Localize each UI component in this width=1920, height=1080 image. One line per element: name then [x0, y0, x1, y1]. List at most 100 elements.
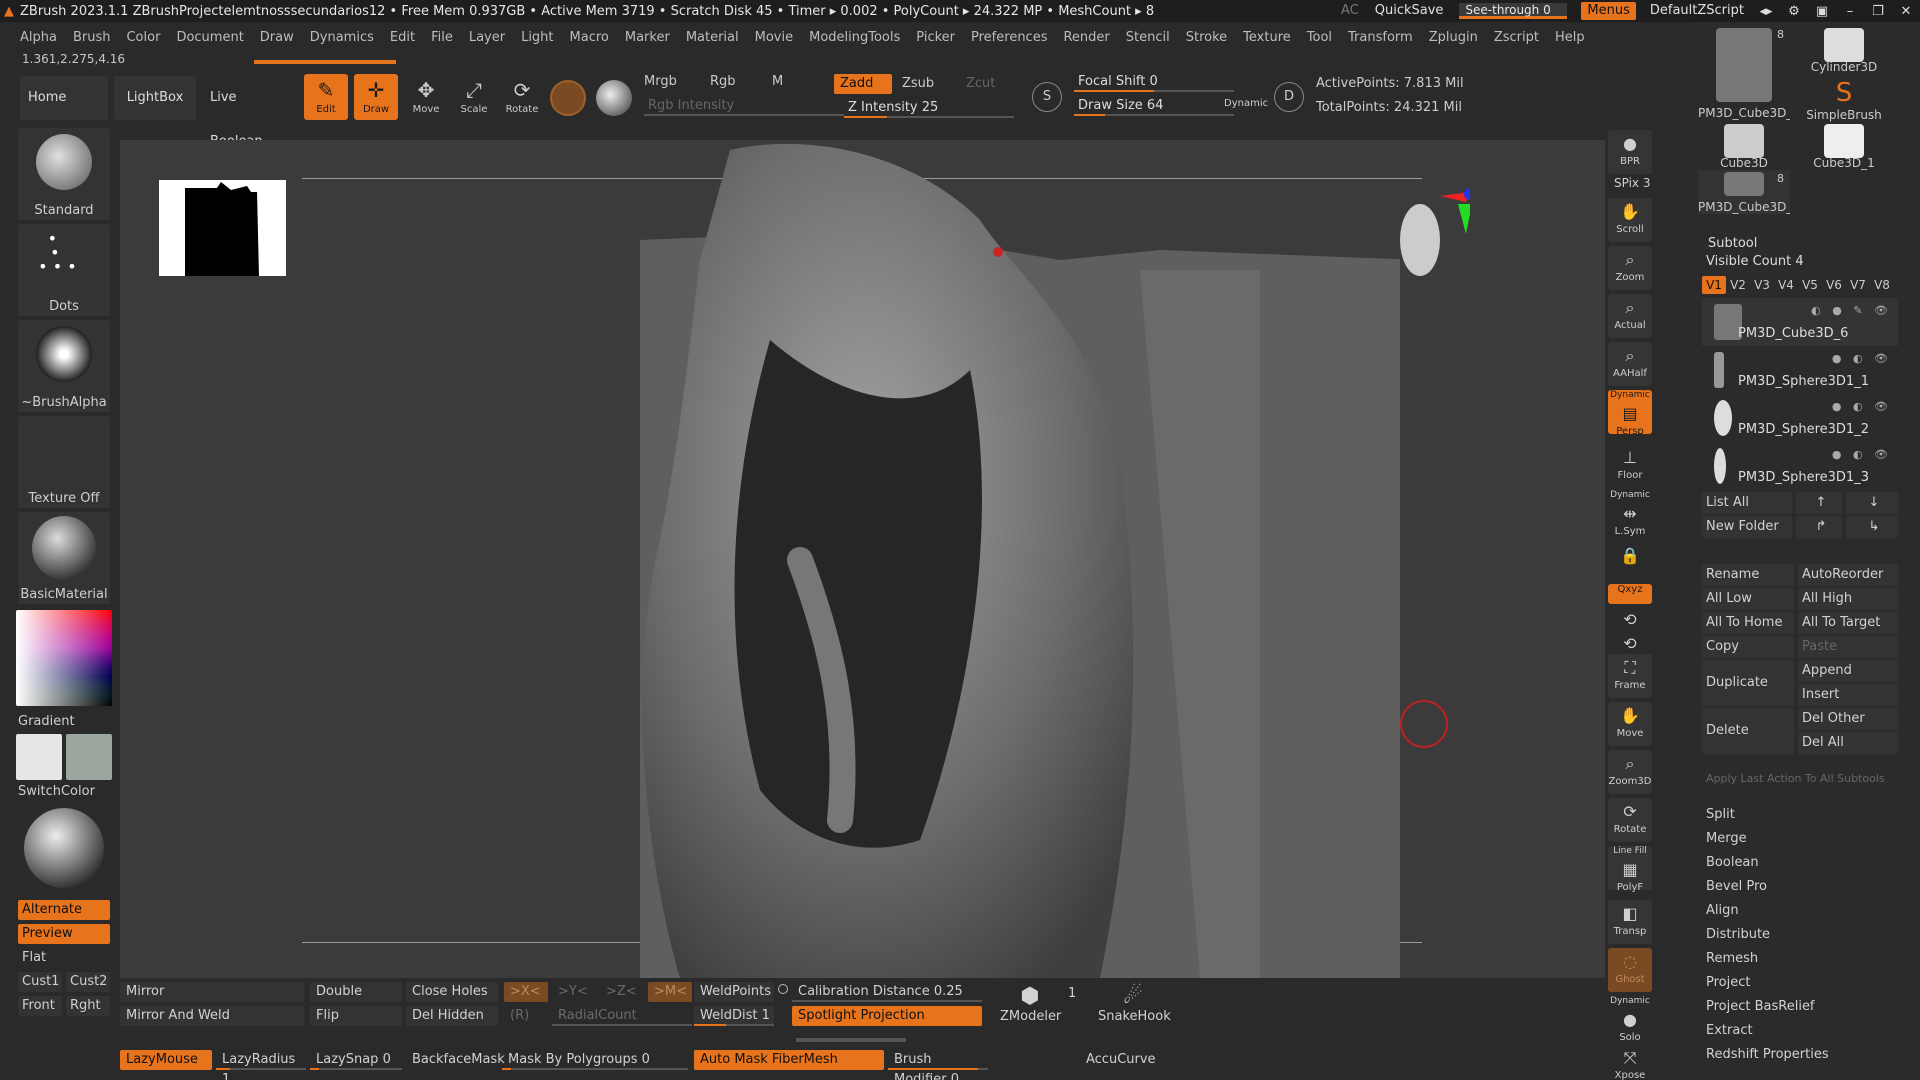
tool-thumb-pm3d-cube3d-6[interactable]: 8 PM3D_Cube3D_6 — [1698, 26, 1790, 120]
menu-brush[interactable]: Brush — [65, 30, 119, 45]
list-all-button[interactable]: List All — [1702, 492, 1792, 514]
tool-thumb-pm3d-cube3d-6-b[interactable]: 8 PM3D_Cube3D_6 — [1698, 170, 1790, 214]
rotation-axis-button[interactable]: ⟲ ⟲ — [1608, 606, 1652, 653]
extract-menu[interactable]: Extract — [1702, 1020, 1898, 1042]
menu-color[interactable]: Color — [118, 30, 168, 45]
flip-button[interactable]: Flip — [310, 1006, 402, 1026]
subtool-row[interactable]: ● ◐ 👁 PM3D_Sphere3D1_1 — [1702, 346, 1898, 394]
all-low-button[interactable]: All Low — [1702, 588, 1794, 610]
standard-brush-button[interactable]: Standard — [18, 128, 110, 220]
zoom3d-button[interactable]: ⌕ Zoom3D — [1608, 750, 1652, 794]
menu-macro[interactable]: Macro — [562, 30, 617, 45]
material-button[interactable]: BasicMaterial — [18, 512, 110, 604]
menu-edit[interactable]: Edit — [382, 30, 423, 45]
folder-in-icon[interactable]: ↳ — [1846, 516, 1898, 538]
material-sphere-icon[interactable] — [550, 80, 586, 116]
mask-by-polygroups-slider[interactable]: Mask By Polygroups 0 — [502, 1050, 688, 1070]
menu-transform[interactable]: Transform — [1340, 30, 1421, 45]
vset-tab-v4[interactable]: V4 — [1774, 276, 1798, 294]
menu-document[interactable]: Document — [168, 30, 251, 45]
menu-stencil[interactable]: Stencil — [1118, 30, 1178, 45]
switch-color-button[interactable]: SwitchColor — [18, 784, 95, 799]
weld-dist-slider[interactable]: WeldDist 1 — [694, 1006, 774, 1026]
apply-last-action-button[interactable]: Apply Last Action To All Subtools — [1702, 768, 1898, 790]
copy-button[interactable]: Copy — [1702, 636, 1794, 658]
vset-tab-v7[interactable]: V7 — [1846, 276, 1870, 294]
primary-color-swatch[interactable] — [16, 734, 62, 780]
polyf-button[interactable]: Line Fill ▦ PolyF — [1608, 846, 1652, 893]
bpr-button[interactable]: ● BPR — [1608, 130, 1652, 174]
vset-tab-v6[interactable]: V6 — [1822, 276, 1846, 294]
menus-toggle[interactable]: Menus — [1581, 2, 1636, 20]
menu-texture[interactable]: Texture — [1235, 30, 1299, 45]
spotlight-projection-button[interactable]: Spotlight Projection — [792, 1006, 982, 1026]
bevel-pro-menu[interactable]: Bevel Pro — [1702, 876, 1898, 898]
sym-x-button[interactable]: >X< — [504, 982, 548, 1002]
dots-stroke-button[interactable]: • • • • • Dots — [18, 224, 110, 316]
subtool-eye-icon[interactable]: ● ◐ 👁 — [1832, 352, 1892, 365]
menu-alpha[interactable]: Alpha — [12, 30, 65, 45]
lock-button[interactable]: 🔒 — [1608, 542, 1652, 586]
subtool-eye-icon[interactable]: ● ◐ 👁 — [1832, 400, 1892, 413]
vset-tab-v8[interactable]: V8 — [1870, 276, 1894, 294]
spotlight-slider-track[interactable] — [796, 1038, 906, 1042]
snakehook-button[interactable]: ☄ SnakeHook — [1098, 984, 1171, 1024]
insert-button[interactable]: Insert — [1798, 684, 1898, 706]
lazysnap-slider[interactable]: LazySnap 0 — [310, 1050, 402, 1070]
autoreorder-button[interactable]: AutoReorder — [1798, 564, 1898, 586]
draw-size-slider[interactable]: Draw Size 64 — [1074, 96, 1234, 116]
light-sphere-icon[interactable] — [24, 808, 104, 888]
menu-layer[interactable]: Layer — [461, 30, 513, 45]
settings-icon[interactable]: ⚙ — [1780, 4, 1808, 19]
duplicate-button[interactable]: Duplicate — [1702, 660, 1794, 706]
vset-tab-v3[interactable]: V3 — [1750, 276, 1774, 294]
all-to-target-button[interactable]: All To Target — [1798, 612, 1898, 634]
subtool-row[interactable]: ● ◐ 👁 PM3D_Sphere3D1_2 — [1702, 394, 1898, 442]
minimize-icon[interactable]: – — [1836, 4, 1864, 19]
zsub-button[interactable]: Zsub — [902, 76, 934, 91]
dynamic-button[interactable]: Dynamic — [1224, 98, 1268, 109]
tool-thumb-cube3d[interactable]: Cube3D — [1698, 122, 1790, 170]
canvas-viewport[interactable] — [120, 140, 1605, 978]
merge-menu[interactable]: Merge — [1702, 828, 1898, 850]
menu-draw[interactable]: Draw — [252, 30, 302, 45]
flat-button[interactable]: Flat — [18, 948, 110, 968]
spix-slider[interactable]: SPix 3 — [1614, 176, 1650, 190]
del-all-button[interactable]: Del All — [1798, 732, 1898, 754]
alternate-button[interactable]: Alternate — [18, 900, 110, 920]
transp-button[interactable]: ◧ Transp — [1608, 900, 1652, 944]
paste-button[interactable]: Paste — [1798, 636, 1898, 658]
project-menu[interactable]: Project — [1702, 972, 1898, 994]
aahalf-button[interactable]: ⌕ AAHalf — [1608, 342, 1652, 386]
draw-button[interactable]: ✛ Draw — [354, 74, 398, 120]
subtool-eye-icon[interactable]: ● ◐ 👁 — [1832, 448, 1892, 461]
tool-thumb-cube3d-1[interactable]: Cube3D_1 — [1798, 122, 1890, 170]
z-intensity-slider[interactable]: Z Intensity 25 — [844, 98, 1014, 118]
move-up-arrow-icon[interactable]: ↑ — [1796, 492, 1842, 514]
close-icon[interactable]: ✕ — [1892, 4, 1920, 19]
backface-mask-button[interactable]: BackfaceMask — [406, 1050, 505, 1070]
rgb-intensity-slider[interactable]: Rgb Intensity — [644, 96, 844, 116]
rotate-button[interactable]: ⟳ Rotate — [500, 74, 544, 120]
quicksave-button[interactable]: QuickSave — [1367, 1, 1452, 21]
menu-stroke[interactable]: Stroke — [1178, 30, 1235, 45]
radial-r-button[interactable]: (R) — [504, 1006, 548, 1026]
mirror-and-weld-button[interactable]: Mirror And Weld — [120, 1006, 304, 1026]
append-button[interactable]: Append — [1798, 660, 1898, 682]
visible-count-slider[interactable]: Visible Count 4 — [1702, 254, 1898, 272]
zoom-button[interactable]: ⌕ Zoom — [1608, 246, 1652, 290]
move-view-button[interactable]: ✋ Move — [1608, 702, 1652, 746]
distribute-menu[interactable]: Distribute — [1702, 924, 1898, 946]
secondary-color-swatch[interactable] — [66, 734, 112, 780]
xyz-button[interactable]: Qxyz — [1608, 584, 1652, 604]
remesh-menu[interactable]: Remesh — [1702, 948, 1898, 970]
menu-render[interactable]: Render — [1055, 30, 1117, 45]
menu-zplugin[interactable]: Zplugin — [1421, 30, 1486, 45]
del-other-button[interactable]: Del Other — [1798, 708, 1898, 730]
split-menu[interactable]: Split — [1702, 804, 1898, 826]
preview-button[interactable]: Preview — [18, 924, 110, 944]
lsym-button[interactable]: Dynamic ⇹ L.Sym — [1608, 490, 1652, 537]
zadd-button[interactable]: Zadd — [834, 74, 892, 94]
folder-arrow-icon[interactable]: ↱ — [1796, 516, 1842, 538]
stroke-d-icon[interactable]: D — [1274, 82, 1304, 112]
